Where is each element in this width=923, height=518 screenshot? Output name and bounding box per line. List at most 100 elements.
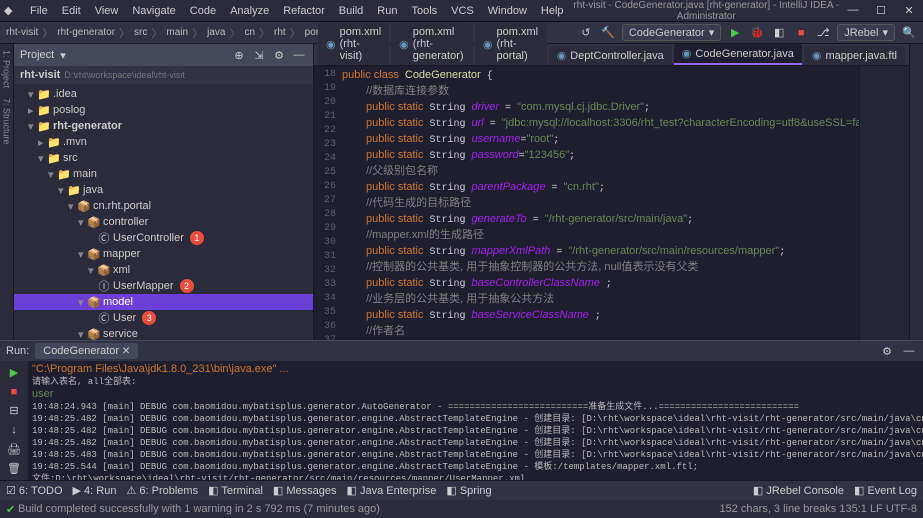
statusbar: ☑ 6: TODO ▶ 4: Run ⚠ 6: Problems ◧ Terminal… bbox=[0, 480, 923, 500]
titlebar: ◆ FileEditViewNavigateCodeAnalyzeRefacto… bbox=[0, 0, 923, 22]
status-tab[interactable]: ☑ 6: TODO bbox=[6, 484, 63, 497]
status-tab[interactable]: ◧ Java Enterprise bbox=[347, 484, 437, 497]
menu-vcs[interactable]: VCS bbox=[445, 3, 480, 19]
trash-icon[interactable]: 🗑 bbox=[6, 461, 22, 476]
tree-item[interactable]: ▾📦xml bbox=[14, 262, 313, 278]
search-icon[interactable]: 🔍 bbox=[901, 25, 917, 41]
tree-item[interactable]: ▾📁main bbox=[14, 166, 313, 182]
project-path: D:\rht\workspace\ideal\rht-visit bbox=[64, 70, 185, 80]
minimize-icon[interactable]: — bbox=[843, 4, 863, 17]
coverage-icon[interactable]: ◧ bbox=[771, 25, 787, 41]
scroll-icon[interactable]: ↓ bbox=[6, 423, 22, 438]
tree-item[interactable]: ▸📁poslog bbox=[14, 102, 313, 118]
app-icon: ◆ bbox=[4, 4, 18, 18]
close-icon[interactable]: ✕ bbox=[899, 4, 919, 17]
layout-icon[interactable]: ⊟ bbox=[6, 403, 22, 418]
menu-analyze[interactable]: Analyze bbox=[224, 3, 275, 19]
breadcrumb[interactable]: java bbox=[207, 27, 225, 38]
menu-view[interactable]: View bbox=[89, 3, 125, 19]
jrebel-combo[interactable]: JRebel▾ bbox=[837, 24, 895, 41]
build-bar: ✔ Build completed successfully with 1 wa… bbox=[0, 500, 923, 518]
project-root[interactable]: rht-visit bbox=[20, 69, 60, 81]
editor-tab[interactable]: ◉pom.xml (rht-generator) bbox=[391, 23, 473, 65]
stop-icon[interactable]: ■ bbox=[793, 25, 809, 41]
menu-build[interactable]: Build bbox=[333, 3, 369, 19]
project-tab[interactable]: 1: Project bbox=[0, 48, 14, 90]
debug-icon[interactable]: 🐞 bbox=[749, 25, 765, 41]
tree-item[interactable]: ⒸUser3 bbox=[14, 310, 313, 326]
maximize-icon[interactable]: ☐ bbox=[871, 4, 891, 17]
status-tab[interactable]: ◧ Messages bbox=[273, 484, 337, 497]
run-label: Run: bbox=[6, 345, 29, 357]
menubar: FileEditViewNavigateCodeAnalyzeRefactorB… bbox=[24, 3, 570, 19]
editor-tab[interactable]: ◉DeptController.java bbox=[549, 46, 672, 65]
gear-icon[interactable]: ⚙ bbox=[879, 343, 895, 359]
editor-tab[interactable]: ◉pom.xml (rht-visit) bbox=[318, 23, 389, 65]
tree-item[interactable]: ▾📦service bbox=[14, 326, 313, 340]
window-title: rht-visit - CodeGenerator.java [rht-gene… bbox=[570, 0, 843, 22]
git-icon[interactable]: ⎇ bbox=[815, 25, 831, 41]
project-tree[interactable]: ▾📁.idea▸📁poslog▾📁rht-generator▸📁.mvn▾📁sr… bbox=[14, 84, 313, 340]
status-tab[interactable]: ⚠ 6: Problems bbox=[126, 484, 198, 497]
sync-icon[interactable]: ↺ bbox=[578, 25, 594, 41]
breadcrumb[interactable]: src bbox=[134, 27, 147, 38]
tree-item[interactable]: ▾📦model bbox=[14, 294, 313, 310]
editor-tab[interactable]: ◉mapper.java.ftl bbox=[804, 46, 905, 65]
menu-window[interactable]: Window bbox=[482, 3, 533, 19]
status-right[interactable]: ◧ JRebel Console bbox=[753, 484, 844, 497]
print-icon[interactable]: 🖨 bbox=[6, 442, 22, 457]
editor-tabs: ◉pom.xml (rht-visit)◉pom.xml (rht-genera… bbox=[314, 44, 909, 66]
run-tab[interactable]: CodeGenerator ✕ bbox=[35, 343, 138, 359]
menu-code[interactable]: Code bbox=[184, 3, 222, 19]
breadcrumb[interactable]: rht-generator bbox=[57, 27, 115, 38]
menu-help[interactable]: Help bbox=[535, 3, 570, 19]
rerun-icon[interactable]: ▶ bbox=[6, 365, 22, 380]
tree-item[interactable]: ▾📦controller bbox=[14, 214, 313, 230]
status-tab[interactable]: ◧ Terminal bbox=[208, 484, 263, 497]
hide-icon[interactable]: — bbox=[901, 343, 917, 359]
tree-item[interactable]: ▾📁java bbox=[14, 182, 313, 198]
tree-item[interactable]: ⒸUserController1 bbox=[14, 230, 313, 246]
stop-icon[interactable]: ■ bbox=[6, 384, 22, 399]
breadcrumb[interactable]: rht-visit bbox=[6, 27, 38, 38]
status-tab[interactable]: ◧ Spring bbox=[446, 484, 491, 497]
tree-item[interactable]: ▾📦mapper bbox=[14, 246, 313, 262]
chevron-down-icon: ▾ bbox=[709, 26, 715, 39]
editor-tab[interactable]: ◉CodeGenerator.java bbox=[674, 44, 802, 65]
menu-tools[interactable]: Tools bbox=[405, 3, 443, 19]
tree-item[interactable]: ▾📁.idea bbox=[14, 86, 313, 102]
minimap[interactable] bbox=[859, 66, 909, 340]
run-config-combo[interactable]: CodeGenerator▾ bbox=[622, 24, 721, 41]
target-icon[interactable]: ⊕ bbox=[231, 47, 247, 63]
right-gutter bbox=[909, 44, 923, 340]
status-info: 152 chars, 3 line breaks 135:1 LF UTF-8 bbox=[720, 503, 917, 515]
menu-file[interactable]: File bbox=[24, 3, 54, 19]
breadcrumb[interactable]: cn bbox=[244, 27, 255, 38]
breadcrumb[interactable]: main bbox=[166, 27, 188, 38]
editor: ◉pom.xml (rht-visit)◉pom.xml (rht-genera… bbox=[314, 44, 909, 340]
menu-edit[interactable]: Edit bbox=[56, 3, 87, 19]
collapse-icon[interactable]: ⇲ bbox=[251, 47, 267, 63]
structure-tab[interactable]: 7: Structure bbox=[0, 96, 14, 147]
tree-item[interactable]: ▾📁src bbox=[14, 150, 313, 166]
tree-item[interactable]: ⒾUserMapper2 bbox=[14, 278, 313, 294]
left-gutter: 1: Project 7: Structure bbox=[0, 44, 14, 340]
menu-run[interactable]: Run bbox=[371, 3, 403, 19]
gear-icon[interactable]: ⚙ bbox=[271, 47, 287, 63]
run-icon[interactable]: ▶ bbox=[727, 25, 743, 41]
tree-item[interactable]: ▾📁rht-generator bbox=[14, 118, 313, 134]
tree-item[interactable]: ▸📁.mvn bbox=[14, 134, 313, 150]
menu-navigate[interactable]: Navigate bbox=[126, 3, 181, 19]
run-panel: Run: CodeGenerator ✕ ⚙ — ▶ ■ ⊟ ↓ 🖨 🗑 "C:… bbox=[0, 340, 923, 480]
status-right[interactable]: ◧ Event Log bbox=[854, 484, 917, 497]
code-body[interactable]: public class CodeGenerator { //数据库连接参数 p… bbox=[342, 66, 859, 340]
status-tab[interactable]: ▶ 4: Run bbox=[73, 484, 117, 497]
console[interactable]: "C:\Program Files\Java\jdk1.8.0_231\bin\… bbox=[28, 361, 923, 480]
project-panel: Project▾ ⊕ ⇲ ⚙ — rht-visit D:\rht\worksp… bbox=[14, 44, 314, 340]
hide-icon[interactable]: — bbox=[291, 47, 307, 63]
tree-item[interactable]: ▾📦cn.rht.portal bbox=[14, 198, 313, 214]
menu-refactor[interactable]: Refactor bbox=[277, 3, 331, 19]
breadcrumb[interactable]: rht bbox=[274, 27, 286, 38]
editor-tab[interactable]: ◉pom.xml (rht-portal) bbox=[475, 23, 547, 65]
hammer-icon[interactable]: 🔨 bbox=[600, 25, 616, 41]
